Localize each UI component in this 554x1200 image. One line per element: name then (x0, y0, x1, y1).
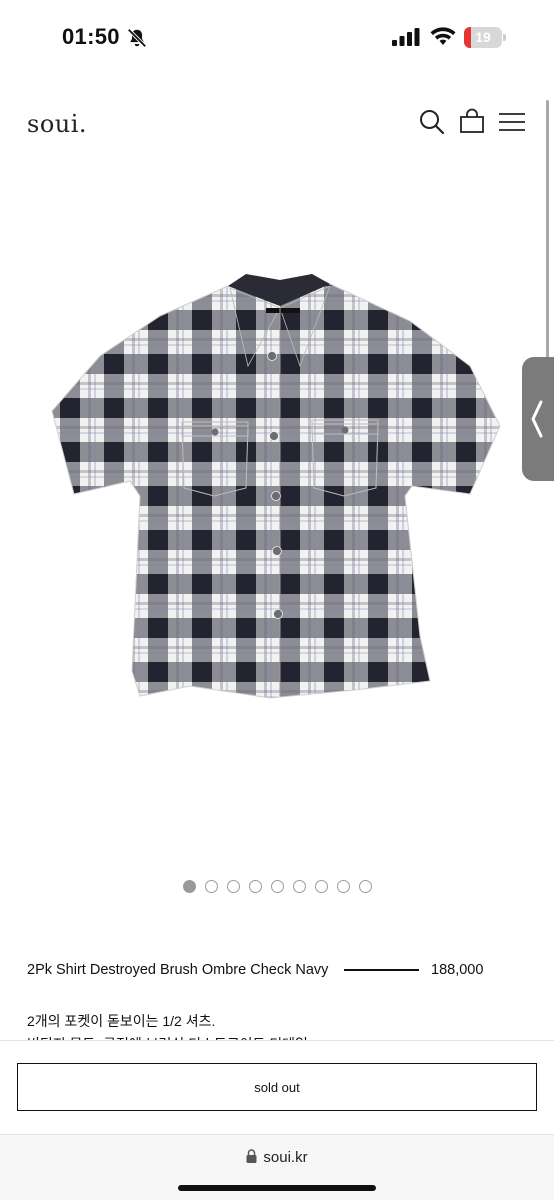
shopping-bag-icon[interactable] (458, 108, 486, 136)
pagination-dot[interactable] (205, 880, 218, 893)
browser-address-bar[interactable]: soui.kr (0, 1134, 554, 1200)
status-bar: 01:50 19 (0, 0, 554, 76)
image-pagination (183, 880, 372, 893)
battery-icon: 19 (464, 27, 506, 48)
pagination-dot[interactable] (271, 880, 284, 893)
pagination-dot[interactable] (359, 880, 372, 893)
pagination-dot[interactable] (183, 880, 196, 893)
site-header: soui. (0, 96, 554, 152)
home-indicator[interactable] (178, 1185, 376, 1191)
product-name: 2Pk Shirt Destroyed Brush Ombre Check Na… (27, 962, 329, 978)
address-field[interactable]: soui.kr (0, 1149, 554, 1166)
bell-slash-icon (127, 28, 147, 48)
address-text: soui.kr (263, 1149, 308, 1166)
product-image[interactable] (0, 196, 554, 856)
cellular-signal-icon (392, 28, 420, 46)
hamburger-menu-icon[interactable] (498, 108, 526, 136)
pagination-dot[interactable] (293, 880, 306, 893)
status-time: 01:50 (62, 24, 120, 49)
pagination-dot[interactable] (249, 880, 262, 893)
product-price: 188,000 (431, 962, 484, 978)
side-tab-handle[interactable] (522, 357, 554, 481)
lock-icon (246, 1149, 257, 1163)
battery-tip (503, 34, 506, 41)
title-divider (344, 969, 419, 971)
chevron-left-icon (531, 400, 543, 438)
site-logo[interactable]: soui. (27, 110, 87, 138)
pagination-dot[interactable] (337, 880, 350, 893)
purchase-panel: sold out (0, 1040, 554, 1134)
product-title-row: 2Pk Shirt Destroyed Brush Ombre Check Na… (27, 960, 527, 982)
battery-level: 19 (475, 29, 491, 45)
search-icon[interactable] (418, 108, 446, 136)
sold-out-button[interactable]: sold out (17, 1063, 537, 1111)
description-line: 2개의 포켓이 돋보이는 1/2 셔츠. (27, 1013, 216, 1029)
battery-body: 19 (464, 27, 502, 48)
wifi-icon (430, 27, 456, 45)
pagination-dot[interactable] (315, 880, 328, 893)
pagination-dot[interactable] (227, 880, 240, 893)
